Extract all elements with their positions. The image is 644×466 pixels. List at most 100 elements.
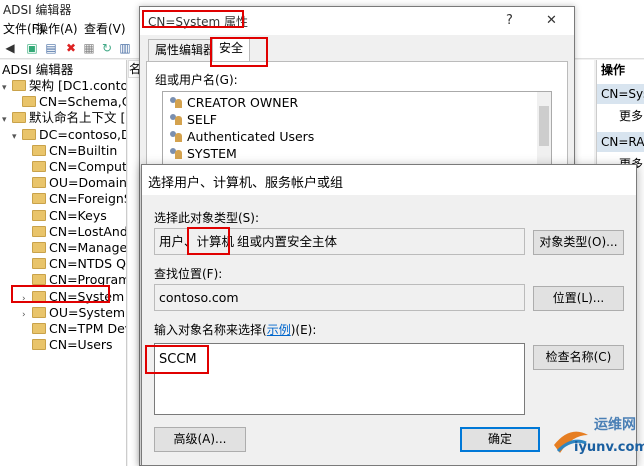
folder-icon: [32, 242, 46, 253]
tree-item-label: CN=TPM Devic: [49, 321, 126, 336]
folder-icon: [12, 80, 26, 91]
tree-root[interactable]: ADSI 编辑器: [2, 62, 73, 78]
folder-icon: [22, 96, 36, 108]
folder-icon: [32, 323, 46, 334]
folder-icon: [12, 112, 26, 124]
highlight-security-tab: [210, 37, 268, 67]
tree-item-label: 默认命名上下文 [DC1.: [29, 110, 126, 126]
tree-item[interactable]: CN=TPM Devic: [22, 321, 126, 337]
folder-icon: [32, 339, 46, 351]
menu-action[interactable]: 操作(A): [36, 20, 78, 37]
select-dialog-title: 选择用户、计算机、服务帐户或组: [148, 176, 344, 191]
folder-icon: [32, 225, 46, 237]
tree-item-label: CN=Schema,CN=: [39, 94, 126, 110]
groups-or-users-label: 组或用户名(G):: [155, 73, 238, 87]
tree-expand-icon[interactable]: ▾: [2, 112, 12, 128]
folder-icon: [32, 144, 46, 156]
folder-icon: [32, 209, 46, 221]
tree-item-label: OU=Domain Co: [49, 175, 127, 191]
tree-item[interactable]: CN=Builtin: [22, 143, 117, 159]
list-item[interactable]: SYSTEM: [169, 145, 237, 162]
up-folder-icon[interactable]: ▣: [25, 41, 39, 55]
highlight-props-title: [142, 10, 244, 28]
tree-item-label: CN=Builtin: [49, 142, 118, 158]
tree-expand-icon[interactable]: ▾: [12, 129, 22, 145]
tree-item[interactable]: ›OU=System Ce: [22, 304, 126, 321]
principals-list[interactable]: CREATOR OWNER SELF Authenticated Users S…: [162, 91, 552, 171]
tree-item[interactable]: ▾ DC=contoso,DC=: [12, 126, 126, 145]
folder-icon: [32, 193, 46, 205]
tree-item[interactable]: CN=Computers: [22, 159, 127, 175]
ok-button[interactable]: 确定: [460, 427, 540, 452]
show-tree-icon[interactable]: ▤: [44, 41, 58, 55]
watermark-text-cn: 运维网: [594, 417, 636, 433]
examples-link[interactable]: 示例: [267, 323, 291, 337]
actions-more-1[interactable]: 更多: [597, 106, 644, 126]
actions-group-2[interactable]: CN=RA: [597, 132, 644, 152]
user-group-icon: [169, 131, 183, 142]
tree-item-label: CN=Keys: [49, 207, 107, 223]
tree-item[interactable]: CN=NTDS Quo: [22, 256, 126, 272]
object-type-label: 选择此对象类型(S):: [154, 211, 260, 225]
tree-item[interactable]: CN=Keys: [22, 208, 107, 224]
watermark: 运维网 iyunv.com: [548, 413, 644, 463]
principals-scrollbar[interactable]: [537, 92, 551, 170]
highlight-computer-type: [187, 227, 230, 255]
tree-item-label: 架构 [DC1.contoso.co: [29, 78, 126, 93]
location-label: 查找位置(F):: [154, 267, 223, 281]
tree-item[interactable]: ▾ 架构 [DC1.contoso.co: [2, 78, 126, 96]
tree-item-label: OU=System Ce: [49, 304, 126, 320]
folder-icon: [22, 128, 36, 140]
help-icon[interactable]: ?: [506, 13, 513, 28]
adsi-window-title: ADSI 编辑器: [3, 3, 72, 17]
actions-group-1[interactable]: CN=Sys: [597, 84, 644, 104]
tree-item-label: DC=contoso,DC=: [39, 126, 126, 142]
delete-icon[interactable]: ✖: [64, 41, 78, 55]
folder-icon: [32, 274, 46, 286]
menu-view[interactable]: 查看(V): [84, 20, 126, 37]
export-icon[interactable]: ▥: [118, 41, 132, 55]
check-names-button[interactable]: 检查名称(C): [533, 345, 624, 370]
tree-item-label: CN=NTDS Quo: [49, 256, 126, 272]
list-item[interactable]: SELF: [169, 111, 217, 128]
scrollbar-thumb[interactable]: [539, 106, 549, 146]
highlight-cn-system: [11, 285, 110, 303]
user-group-icon: [169, 97, 183, 108]
tree-item[interactable]: CN=ForeignSec: [22, 191, 126, 207]
list-item[interactable]: CREATOR OWNER: [169, 94, 298, 111]
refresh-icon[interactable]: ↻: [100, 41, 114, 55]
highlight-sccm-entry: [145, 345, 209, 374]
back-icon[interactable]: ◀: [3, 41, 17, 55]
folder-icon: [32, 258, 46, 270]
tree-expand-icon[interactable]: ▾: [2, 80, 12, 96]
tree-item[interactable]: CN=Managed S: [22, 240, 127, 256]
object-types-button[interactable]: 对象类型(O)...: [533, 230, 624, 255]
watermark-text-url: iyunv.com: [574, 440, 644, 455]
adsi-tree-pane: ADSI 编辑器 ▾ 架构 [DC1.contoso.coCN=Schema,CN…: [0, 60, 127, 466]
tree-item[interactable]: CN=Users: [22, 337, 113, 353]
actions-pane-title: 操作: [597, 60, 644, 80]
object-name-label: 输入对象名称来选择(示例)(E):: [154, 323, 317, 337]
user-group-icon: [169, 148, 183, 159]
tree-item-label: CN=Managed S: [49, 240, 127, 255]
tree-item-label: CN=Users: [49, 337, 113, 353]
locations-button[interactable]: 位置(L)...: [533, 286, 624, 311]
tree-item[interactable]: CN=LostAndFo: [22, 223, 127, 240]
list-item[interactable]: Authenticated Users: [169, 128, 314, 145]
tree-item[interactable]: CN=Schema,CN=: [12, 94, 126, 110]
folder-icon: [32, 177, 46, 189]
advanced-button[interactable]: 高级(A)...: [154, 427, 246, 452]
object-name-input[interactable]: SCCM: [154, 343, 525, 415]
tree-item-label: CN=LostAndFo: [49, 223, 127, 239]
tree-item-label: CN=Computers: [49, 159, 127, 174]
tree-item-label: CN=ForeignSec: [49, 191, 126, 207]
user-group-icon: [169, 114, 183, 125]
close-icon[interactable]: ✕: [546, 13, 557, 28]
folder-icon: [32, 306, 46, 318]
tree-item[interactable]: ▾ 默认命名上下文 [DC1.: [2, 110, 126, 128]
location-field: contoso.com: [154, 284, 525, 311]
properties-icon[interactable]: ▦: [82, 41, 96, 55]
select-dialog-titlebar: 选择用户、计算机、服务帐户或组: [142, 165, 636, 195]
tree-item[interactable]: OU=Domain Co: [22, 175, 127, 191]
folder-icon: [32, 161, 46, 172]
